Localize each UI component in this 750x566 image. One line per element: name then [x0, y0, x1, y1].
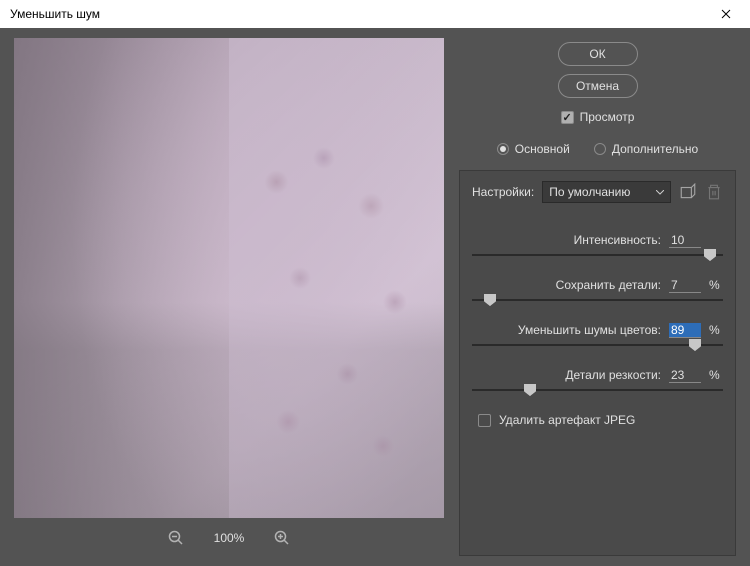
jpeg-artifact-checkbox[interactable] — [478, 414, 491, 427]
radio-icon — [497, 143, 509, 155]
zoom-out-button[interactable] — [168, 530, 184, 546]
cancel-button[interactable]: Отмена — [558, 74, 638, 98]
button-group: ОК Отмена — [459, 42, 736, 98]
settings-preset-select[interactable]: По умолчанию — [542, 181, 671, 203]
delete-preset-button[interactable] — [705, 183, 723, 201]
sharpen-suffix: % — [709, 368, 723, 382]
strength-slider-group: Интенсивность: 10 — [472, 233, 723, 256]
close-button[interactable] — [706, 0, 746, 28]
zoom-controls: 100% — [168, 530, 291, 546]
preserve-slider-group: Сохранить детали: 7 % — [472, 278, 723, 301]
titlebar: Уменьшить шум — [0, 0, 750, 28]
slider-thumb[interactable] — [704, 249, 716, 261]
slider-thumb[interactable] — [689, 339, 701, 351]
strength-label: Интенсивность: — [574, 233, 661, 247]
zoom-out-icon — [168, 530, 184, 546]
slider-thumb[interactable] — [524, 384, 536, 396]
color-noise-slider[interactable] — [472, 344, 723, 346]
sharpen-slider-group: Детали резкости: 23 % — [472, 368, 723, 391]
color-noise-value[interactable]: 89 — [669, 323, 701, 338]
preview-image[interactable] — [14, 38, 444, 518]
zoom-in-icon — [274, 530, 290, 546]
chevron-down-icon — [656, 190, 664, 195]
trash-icon — [705, 183, 723, 201]
ok-button[interactable]: ОК — [558, 42, 638, 66]
save-preset-icon — [679, 183, 697, 201]
slider-thumb[interactable] — [484, 294, 496, 306]
jpeg-artifact-label: Удалить артефакт JPEG — [499, 413, 635, 427]
preview-checkbox-row: Просмотр — [459, 110, 736, 124]
zoom-level: 100% — [214, 531, 245, 545]
strength-slider[interactable] — [472, 254, 723, 256]
jpeg-artifact-row: Удалить артефакт JPEG — [478, 413, 723, 427]
mode-basic-radio[interactable]: Основной — [497, 142, 570, 156]
radio-icon — [594, 143, 606, 155]
sharpen-slider[interactable] — [472, 389, 723, 391]
preserve-value[interactable]: 7 — [669, 278, 701, 293]
color-noise-label: Уменьшить шумы цветов: — [518, 323, 661, 337]
mode-advanced-radio[interactable]: Дополнительно — [594, 142, 698, 156]
strength-value[interactable]: 10 — [669, 233, 701, 248]
preserve-suffix: % — [709, 278, 723, 292]
settings-box: Настройки: По умолчанию Интенсивность: 1… — [459, 170, 736, 556]
color-noise-slider-group: Уменьшить шумы цветов: 89 % — [472, 323, 723, 346]
preserve-slider[interactable] — [472, 299, 723, 301]
mode-basic-label: Основной — [515, 142, 570, 156]
mode-advanced-label: Дополнительно — [612, 142, 698, 156]
controls-panel: ОК Отмена Просмотр Основной Дополнительн… — [459, 38, 736, 556]
preview-panel: 100% — [14, 38, 444, 556]
preview-checkbox[interactable] — [561, 111, 574, 124]
zoom-in-button[interactable] — [274, 530, 290, 546]
sharpen-label: Детали резкости: — [565, 368, 661, 382]
settings-label: Настройки: — [472, 185, 534, 199]
sharpen-value[interactable]: 23 — [669, 368, 701, 383]
preserve-label: Сохранить детали: — [556, 278, 661, 292]
mode-radio-group: Основной Дополнительно — [459, 142, 736, 156]
settings-header: Настройки: По умолчанию — [472, 181, 723, 203]
close-icon — [721, 9, 731, 19]
color-noise-suffix: % — [709, 323, 723, 337]
settings-preset-value: По умолчанию — [549, 185, 630, 199]
dialog-title: Уменьшить шум — [10, 7, 100, 21]
save-preset-button[interactable] — [679, 183, 697, 201]
preview-checkbox-label: Просмотр — [580, 110, 635, 124]
dialog-body: 100% ОК Отмена Просмотр Основной Дополни… — [0, 28, 750, 566]
